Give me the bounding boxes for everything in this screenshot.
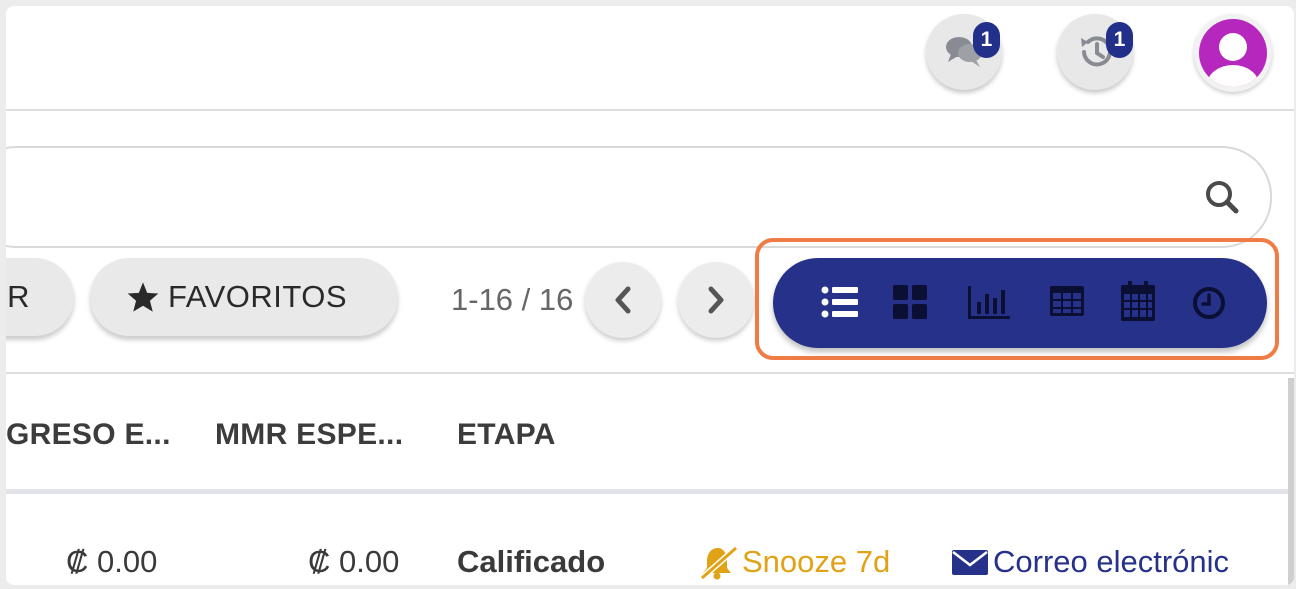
favorites-label: FAVORITOS: [168, 279, 348, 314]
envelope-icon: [951, 547, 989, 577]
user-avatar[interactable]: [1194, 14, 1272, 92]
user-avatar-icon: [1199, 19, 1267, 87]
search-input[interactable]: [6, 146, 1272, 248]
column-header-mmr[interactable]: MMR ESPE...: [215, 418, 403, 452]
cell-email[interactable]: Correo electrónic: [951, 544, 1229, 580]
star-icon: [126, 281, 160, 313]
filter-button[interactable]: R: [6, 258, 74, 336]
messages-button[interactable]: 1: [926, 14, 1002, 90]
calendar-view-icon[interactable]: [1120, 280, 1156, 322]
pager-range: 1-16 / 16: [451, 282, 574, 317]
topbar-divider: [6, 109, 1294, 111]
cell-etapa: Calificado: [457, 544, 606, 579]
activity-button[interactable]: 1: [1057, 14, 1133, 90]
header-divider: [6, 489, 1294, 494]
column-header-etapa[interactable]: ETAPA: [457, 418, 556, 452]
view-switcher: [773, 258, 1267, 348]
pager-next-button[interactable]: [678, 262, 754, 338]
messages-badge: 1: [973, 22, 1000, 58]
cell-ingreso: ₡ 0.00: [66, 544, 158, 579]
favorites-button[interactable]: FAVORITOS: [90, 258, 398, 336]
app-window: 1 1 R FAVORITOS 1-16 / 16 GRESO E... MMR…: [6, 6, 1294, 585]
search-icon: [1204, 179, 1240, 220]
cell-mmr: ₡ 0.00: [308, 544, 400, 579]
email-label: Correo electrónic: [993, 544, 1230, 579]
filter-label: R: [7, 279, 30, 314]
list-view-icon[interactable]: [821, 284, 859, 320]
kanban-view-icon[interactable]: [892, 284, 928, 320]
snooze-label: Snooze 7d: [742, 544, 891, 579]
pager-prev-button[interactable]: [585, 262, 661, 338]
pivot-view-icon[interactable]: [1049, 284, 1085, 318]
activity-view-icon[interactable]: [1192, 286, 1226, 320]
graph-view-icon[interactable]: [967, 284, 1011, 320]
cell-snooze[interactable]: Snooze 7d: [698, 544, 890, 580]
column-header-ingreso[interactable]: GRESO E...: [6, 418, 171, 452]
bell-slash-icon: [698, 544, 740, 580]
chevron-left-icon: [615, 286, 631, 314]
filters-divider: [6, 372, 1294, 374]
vertical-scrollbar[interactable]: [1288, 378, 1294, 585]
activity-badge: 1: [1106, 22, 1133, 58]
chevron-right-icon: [708, 286, 724, 314]
